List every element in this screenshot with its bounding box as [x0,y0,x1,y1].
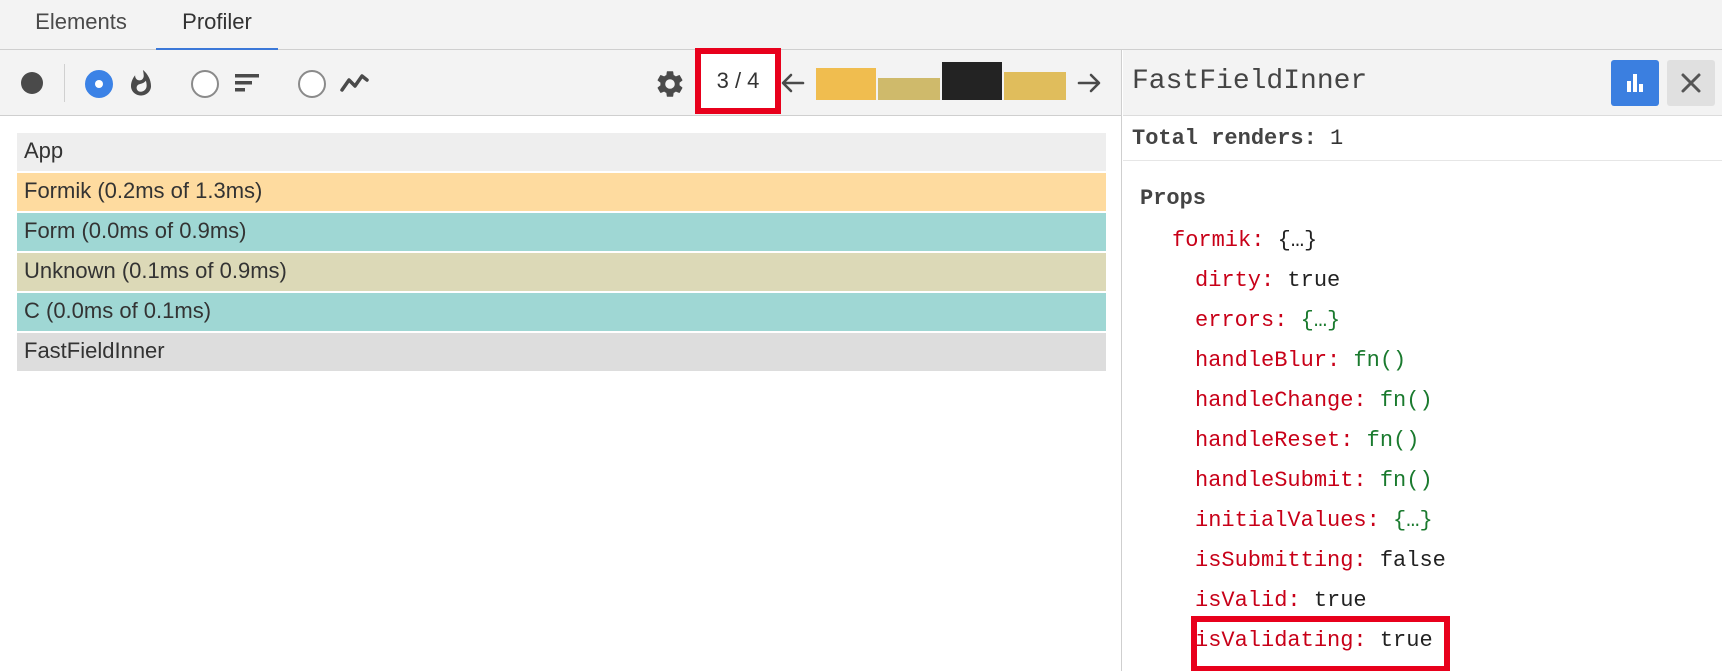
prop-value: fn() [1353,348,1407,373]
component-name: FastFieldInner [1132,66,1368,97]
total-renders: Total renders: 1 [1132,126,1343,151]
prop-key: dirty: [1195,268,1275,293]
prop-value: true [1287,268,1341,293]
prop-initialvalues[interactable]: initialValues: {…} [1195,506,1433,536]
flame-row-fastfieldinner[interactable]: FastFieldInner [17,333,1106,371]
commit-counter: 3 / 4 [695,48,781,114]
prop-value: fn() [1379,388,1433,413]
commit-bar-2[interactable] [878,78,940,100]
flame-row-form[interactable]: Form (0.0ms of 0.9ms) [17,213,1106,251]
prop-value: {…} [1393,508,1433,533]
close-icon [1681,73,1701,93]
bar-chart-icon [1627,74,1643,92]
commit-bar-1[interactable] [816,68,876,100]
close-panel-button[interactable] [1667,60,1715,106]
total-renders-label: Total renders: [1132,126,1317,151]
panel-divider [1123,160,1722,161]
prop-key: handleSubmit: [1195,468,1367,493]
tab-elements[interactable]: Elements [20,0,142,50]
next-commit-arrow-icon[interactable] [1074,68,1104,98]
prop-value: fn() [1379,468,1433,493]
panel-header: FastFieldInner [1123,50,1722,116]
tab-bar: Elements Profiler [0,0,1722,51]
prop-errors[interactable]: errors: {…} [1195,306,1340,336]
prop-key: isSubmitting: [1195,548,1367,573]
flame-row-app[interactable]: App [17,133,1106,171]
prop-value: fn() [1366,428,1420,453]
record-button[interactable] [21,72,43,94]
isvalidating-highlight [1191,616,1450,671]
prop-handlesubmit: handleSubmit: fn() [1195,466,1433,496]
prop-key: formik: [1172,228,1265,253]
prop-key: handleChange: [1195,388,1367,413]
prop-issubmitting: isSubmitting: false [1195,546,1446,576]
prop-isvalid: isValid: true [1195,586,1367,616]
total-renders-value: 1 [1330,126,1344,151]
previous-commit-arrow-icon[interactable] [778,68,808,98]
ranked-icon[interactable] [232,68,262,98]
prop-handleblur: handleBlur: fn() [1195,346,1406,376]
prop-value: false [1379,548,1446,573]
prop-key: handleBlur: [1195,348,1341,373]
flame-chart-radio[interactable] [85,70,113,98]
prop-key: handleReset: [1195,428,1354,453]
flame-icon[interactable] [126,68,156,98]
component-detail-panel: FastFieldInner Total renders: 1 Props fo… [1123,50,1722,671]
interactions-radio[interactable] [298,70,326,98]
view-chart-button[interactable] [1611,60,1659,106]
prop-key: initialValues: [1195,508,1380,533]
ranked-chart-radio[interactable] [191,70,219,98]
prop-value: {…} [1277,228,1318,253]
flame-row-c[interactable]: C (0.0ms of 0.1ms) [17,293,1106,331]
gear-icon[interactable] [654,68,686,100]
prop-value: {…} [1300,308,1341,333]
profiler-toolbar [0,50,1122,116]
props-heading: Props [1140,186,1207,211]
flame-row-formik[interactable]: Formik (0.2ms of 1.3ms) [17,173,1106,211]
prop-value: true [1313,588,1367,613]
prop-key: isValid: [1195,588,1301,613]
prop-key: errors: [1195,308,1288,333]
commit-bar-4[interactable] [1004,72,1066,100]
toolbar-separator [64,64,65,102]
tab-profiler[interactable]: Profiler [156,0,278,51]
prop-dirty: dirty: true [1195,266,1340,296]
line-chart-icon[interactable] [339,68,369,98]
flame-row-unknown[interactable]: Unknown (0.1ms of 0.9ms) [17,253,1106,291]
prop-handlechange: handleChange: fn() [1195,386,1433,416]
flame-graph: App Formik (0.2ms of 1.3ms) Form (0.0ms … [0,116,1122,671]
prop-handlereset: handleReset: fn() [1195,426,1419,456]
commit-bar-3-selected[interactable] [942,62,1002,100]
prop-formik[interactable]: formik: {…} [1172,226,1317,256]
